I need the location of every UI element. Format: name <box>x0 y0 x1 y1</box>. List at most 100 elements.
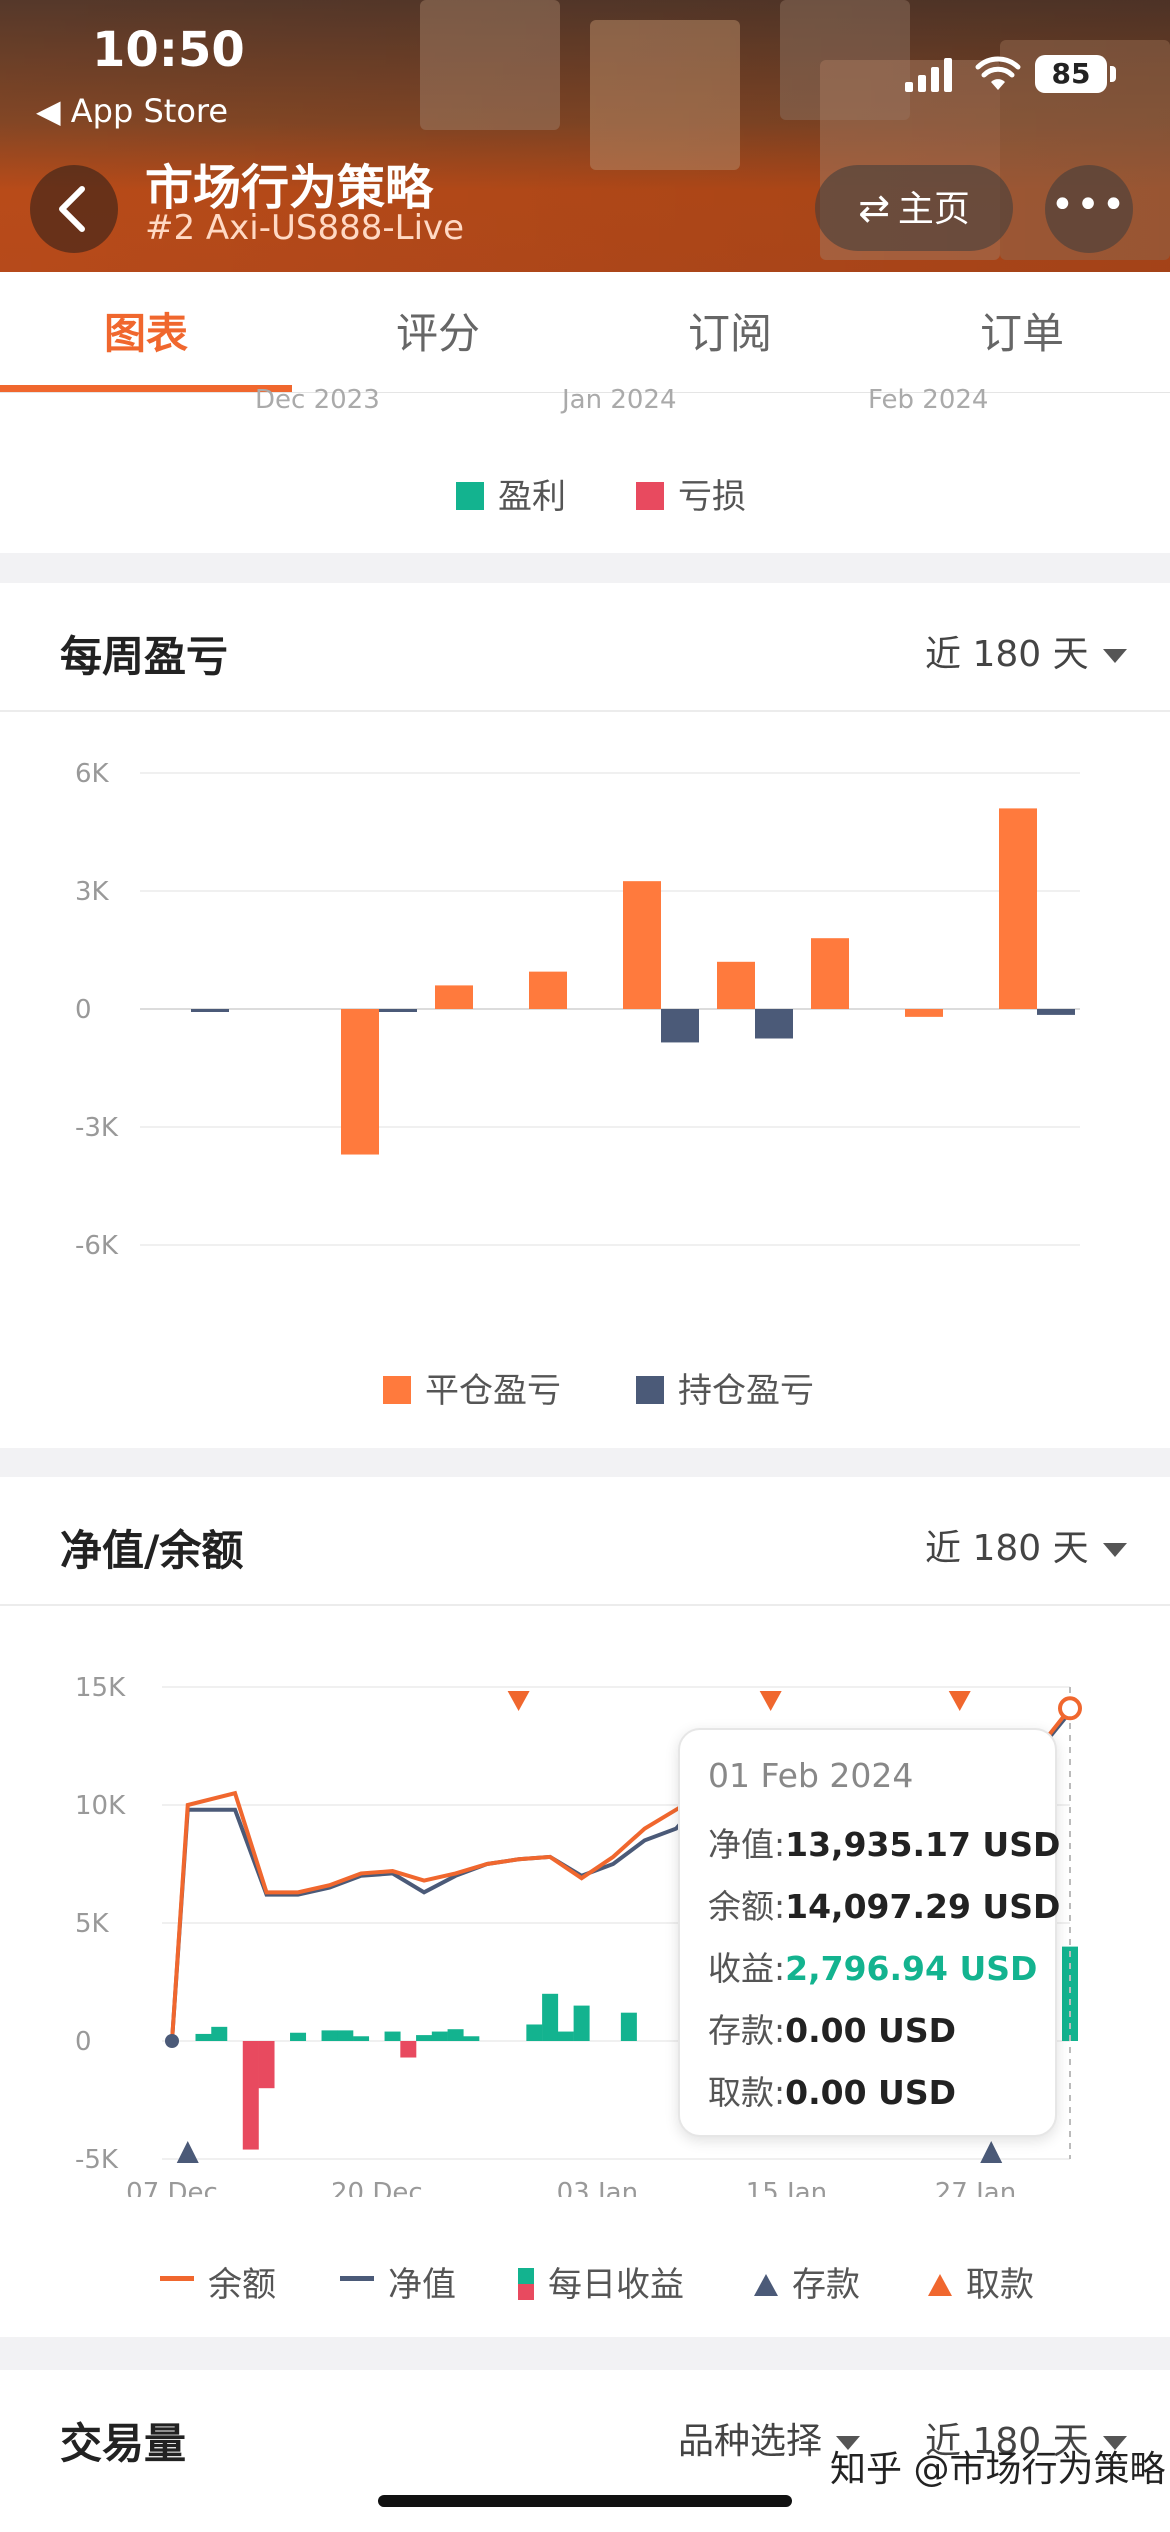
triangle-up-icon <box>928 2274 952 2296</box>
tooltip-deposit: 存款:0.00 USD <box>708 2004 956 2052</box>
legend-balance[interactable]: 余额 <box>160 2257 276 2306</box>
daily-profit-bar <box>353 2036 370 2041</box>
legend-closed-pnl[interactable]: 平仓盈亏 <box>383 1363 561 1412</box>
weekly-pnl-card: 每周盈亏 近 180 天 6K3K0-3K-6K06 Jan16 Dec30 D… <box>0 583 1170 1448</box>
divider <box>0 710 1170 712</box>
pnl-bar <box>999 808 1037 1009</box>
legend-label: 每日收益 <box>548 2265 684 2305</box>
back-button[interactable] <box>30 165 118 253</box>
legend-loss[interactable]: 亏损 <box>636 469 746 518</box>
tab-charts[interactable]: 图表 <box>0 300 292 361</box>
daily-profit-bar <box>463 2036 480 2041</box>
daily-profit-bar <box>242 2041 259 2150</box>
withdrawal-marker <box>507 1691 530 1711</box>
watermark: 知乎 @市场行为策略 <box>830 2449 1166 2490</box>
tab-orders[interactable]: 订单 <box>876 300 1168 361</box>
strategy-account: #2 Axi-US888-Live <box>145 208 465 248</box>
daily-profit-bar <box>258 2041 275 2089</box>
pnl-bar <box>811 938 849 1009</box>
legend-equity[interactable]: 净值 <box>340 2257 456 2306</box>
home-button-label: 主页 <box>897 189 970 230</box>
home-button[interactable]: ⇄ 主页 <box>815 165 1013 251</box>
x-tick: Dec 2023 <box>255 385 380 415</box>
range-selector[interactable]: 近 180 天 <box>925 1519 1127 1571</box>
daily-profit-bar <box>542 1993 559 2041</box>
daily-profit-bar <box>211 2026 228 2041</box>
tab-subscribe[interactable]: 订阅 <box>584 300 876 361</box>
legend-profit[interactable]: 盈利 <box>456 469 566 518</box>
caret-down-icon <box>1102 649 1127 663</box>
legend-swatch <box>340 2276 374 2281</box>
weekly-pnl-chart: 6K3K0-3K-6K06 Jan16 Dec30 Dec13 Jan27 Ja… <box>75 759 1080 1261</box>
status-time: 10:50 <box>92 22 245 78</box>
pnl-bar <box>341 1009 379 1155</box>
y-tick: 15K <box>75 1673 126 1703</box>
pnl-bar <box>905 1009 943 1017</box>
range-label: 近 180 天 <box>925 634 1089 675</box>
daily-profit-bar <box>290 2032 307 2041</box>
tooltip-label: 取款: <box>708 2073 786 2112</box>
legend-label: 盈利 <box>498 477 566 517</box>
tooltip-equity: 净值:13,935.17 USD <box>708 1818 1060 1866</box>
tooltip-date: 01 Feb 2024 <box>708 1756 914 1795</box>
back-to-app-store[interactable]: ◀ App Store <box>36 92 228 130</box>
legend-swatch <box>456 481 484 510</box>
profit-loss-chart-fragment: Dec 2023 Jan 2024 Feb 2024 盈利 亏损 <box>0 385 1170 553</box>
legend-deposit[interactable]: 存款 <box>754 2257 860 2306</box>
pnl-bar <box>1037 1009 1075 1015</box>
daily-profit-bar <box>431 2031 448 2041</box>
tab-rating[interactable]: 评分 <box>292 300 584 361</box>
y-tick: -6K <box>75 1231 119 1261</box>
signal-icon <box>905 58 952 92</box>
withdrawal-marker <box>948 1691 971 1711</box>
triangle-up-icon <box>754 2274 778 2296</box>
tooltip-balance: 余额:14,097.29 USD <box>708 1880 1060 1928</box>
legend-label: 余额 <box>208 2265 276 2305</box>
deposit-marker <box>176 2141 199 2163</box>
legend-withdraw[interactable]: 取款 <box>928 2257 1034 2306</box>
deposit-marker <box>980 2141 1003 2163</box>
start-point <box>165 2034 179 2048</box>
range-selector[interactable]: 近 180 天 <box>925 625 1127 677</box>
pnl-bar <box>379 1009 417 1012</box>
y-tick: 5K <box>75 1909 110 1939</box>
legend-daily-profit[interactable]: 每日收益 <box>518 2257 684 2306</box>
legend-label: 平仓盈亏 <box>425 1371 561 1411</box>
y-tick: 0 <box>75 2027 92 2057</box>
section-title: 每周盈亏 <box>60 632 229 681</box>
tooltip-value: 0.00 USD <box>785 2011 956 2050</box>
pnl-bar <box>755 1009 793 1039</box>
tab-bar: 图表 评分 订阅 订单 <box>0 272 1170 394</box>
section-title: 净值/余额 <box>60 1526 244 1575</box>
daily-profit-bar <box>321 2030 338 2041</box>
withdrawal-marker <box>759 1691 782 1711</box>
x-tick: 07 Dec <box>126 2178 218 2197</box>
divider <box>0 1604 1170 1606</box>
tooltip-label: 存款: <box>708 2011 786 2050</box>
battery-nub <box>1110 66 1116 82</box>
caret-down-icon <box>1102 1543 1127 1557</box>
more-icon: ••• <box>1050 182 1128 228</box>
daily-profit-bar <box>526 2024 543 2041</box>
hover-point <box>1058 1696 1082 1721</box>
daily-profit-bar <box>620 2012 637 2041</box>
y-tick: 10K <box>75 1791 126 1821</box>
y-tick: -5K <box>75 2145 119 2175</box>
wifi-icon <box>975 56 1021 90</box>
daily-profit-bar <box>195 2033 212 2041</box>
more-button[interactable]: ••• <box>1045 165 1133 253</box>
tooltip-value: 0.00 USD <box>785 2073 956 2112</box>
tooltip-profit: 收益:2,796.94 USD <box>708 1942 1037 1990</box>
legend-label: 取款 <box>966 2265 1034 2305</box>
range-label: 近 180 天 <box>925 1528 1089 1569</box>
daily-profit-bar <box>447 2029 464 2041</box>
legend-open-pnl[interactable]: 持仓盈亏 <box>636 1363 814 1412</box>
chevron-left-icon <box>59 186 85 232</box>
x-tick: 15 Jan <box>746 2178 827 2197</box>
section-title: 交易量 <box>60 2419 187 2468</box>
pnl-bar <box>661 1009 699 1043</box>
symbol-select-label: 品种选择 <box>678 2421 823 2462</box>
home-indicator <box>378 2495 792 2507</box>
tooltip-withdraw: 取款:0.00 USD <box>708 2066 956 2114</box>
battery-icon: 85 <box>1035 55 1107 93</box>
